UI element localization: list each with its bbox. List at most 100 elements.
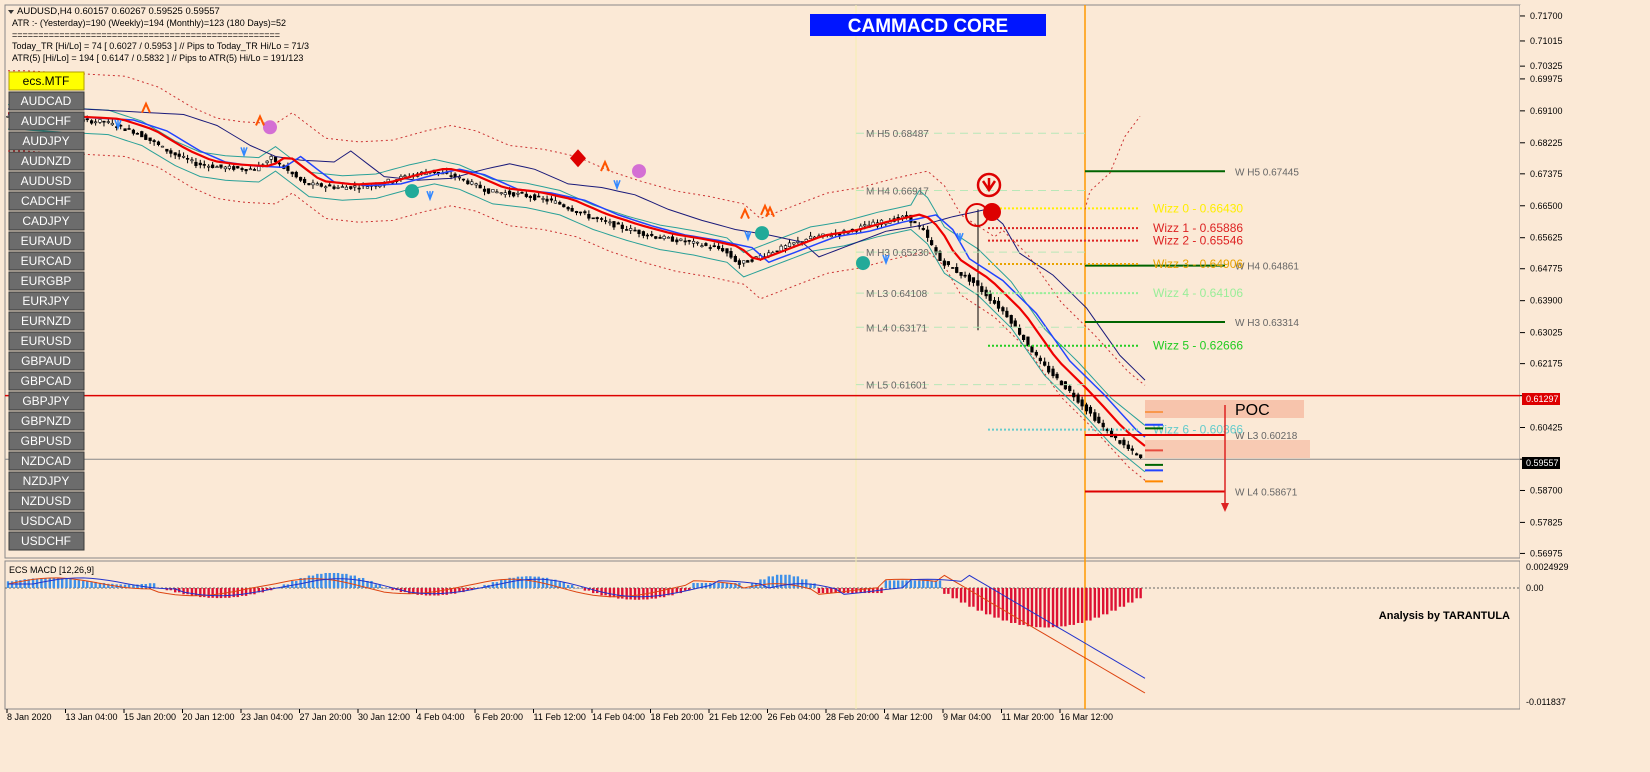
macd-bar: [10, 581, 14, 588]
candle-body: [549, 198, 554, 201]
symbol-button-label: AUDJPY: [22, 134, 69, 148]
macd-bar: [207, 588, 210, 598]
macd-bar: [976, 588, 979, 611]
wizz-level-label: Wizz 3 - 0.64906: [1153, 257, 1243, 271]
macd-bar: [1010, 588, 1013, 623]
monthly-pivot-label: M H3 0.65230: [866, 248, 929, 259]
symbol-button-audjpy[interactable]: AUDJPY: [8, 131, 85, 151]
symbol-button-cadjpy[interactable]: CADJPY: [8, 211, 85, 231]
macd-bar: [930, 580, 933, 588]
time-tick-label: 11 Feb 12:00: [534, 712, 586, 722]
symbol-button-gbpcad[interactable]: GBPCAD: [8, 371, 85, 391]
symbol-button-nzdjpy[interactable]: NZDJPY: [8, 471, 85, 491]
symbol-button-nzdusd[interactable]: NZDUSD: [8, 491, 85, 511]
symbol-button-usdcad[interactable]: USDCAD: [8, 511, 85, 531]
candle-body: [683, 240, 687, 243]
candle-body: [140, 131, 144, 138]
symbol-button-audcad[interactable]: AUDCAD: [8, 91, 85, 111]
macd-tick-label: 0.00: [1526, 583, 1544, 593]
symbol-button-eurgbp[interactable]: EURGBP: [8, 271, 85, 291]
symbol-button-audusd[interactable]: AUDUSD: [8, 171, 85, 191]
macd-tick-label: -0.011837: [1526, 697, 1566, 707]
macd-bar: [1089, 588, 1092, 621]
symbol-button-eurusd[interactable]: EURUSD: [8, 331, 85, 351]
symbol-button-usdchf[interactable]: USDCHF: [8, 531, 85, 551]
candle-body: [1017, 327, 1022, 335]
candle-body: [1055, 373, 1059, 379]
candle-body: [838, 233, 842, 236]
candle-body: [328, 184, 332, 187]
macd-bar: [1135, 588, 1138, 599]
macd-bar: [696, 582, 699, 588]
candle-body: [578, 211, 583, 214]
candle-body: [144, 134, 148, 140]
macd-tick-label: 0.0024929: [1526, 562, 1569, 572]
macd-bar: [788, 574, 791, 588]
candle-body: [603, 220, 608, 222]
macd-bar: [922, 580, 925, 588]
candle-body: [574, 210, 579, 214]
symbol-button-gbpjpy[interactable]: GBPJPY: [8, 391, 85, 411]
macd-bar: [1043, 588, 1046, 628]
macd-bar: [692, 582, 695, 588]
candle-body: [173, 152, 177, 156]
candle-body: [248, 168, 253, 171]
candle-body: [315, 183, 319, 186]
wizz-level-label: Wizz 0 - 0.66430: [1153, 201, 1243, 215]
macd-bar: [784, 574, 787, 588]
macd-bar: [1030, 588, 1034, 627]
symbol-button-gbpaud[interactable]: GBPAUD: [8, 351, 85, 371]
today-tr-line: Today_TR [Hi/Lo] = 74 [ 0.6027 / 0.5953 …: [12, 41, 309, 51]
candle-body: [474, 183, 478, 186]
symbol-button-eurcad[interactable]: EURCAD: [8, 251, 85, 271]
time-tick-label: 15 Jan 20:00: [124, 712, 176, 722]
macd-bar: [909, 580, 913, 588]
poc-rectangle-lower: [1145, 440, 1310, 458]
candle-body: [336, 187, 340, 189]
candle-body: [608, 221, 612, 224]
symbol-button-eurnzd[interactable]: EURNZD: [8, 311, 85, 331]
symbol-button-euraud[interactable]: EURAUD: [8, 231, 85, 251]
symbol-button-audnzd[interactable]: AUDNZD: [8, 151, 85, 171]
macd-bar: [566, 584, 570, 588]
candle-body: [165, 148, 169, 152]
current-price-flag-text: 0.59557: [1526, 458, 1559, 468]
macd-bar: [654, 588, 657, 599]
macd-bar: [65, 578, 68, 588]
symbol-button-nzdcad[interactable]: NZDCAD: [8, 451, 85, 471]
sell-signal-dot-icon: [983, 203, 1001, 221]
macd-bar: [625, 588, 628, 600]
symbol-button-eurjpy[interactable]: EURJPY: [8, 291, 85, 311]
macd-bar: [374, 584, 378, 588]
candle-body: [232, 166, 236, 170]
candle-body: [508, 190, 512, 195]
candle-body: [244, 169, 248, 172]
price-tick-label: 0.71700: [1530, 11, 1563, 21]
symbol-button-label: EURJPY: [22, 294, 69, 308]
symbol-button-label: AUDCAD: [21, 94, 72, 108]
candle-body: [963, 274, 967, 277]
macd-bar: [1127, 588, 1130, 603]
candle-body: [629, 228, 633, 231]
candle-body: [708, 247, 712, 249]
candle-body: [959, 272, 963, 276]
symbol-button-cadchf[interactable]: CADCHF: [8, 191, 85, 211]
candle-body: [926, 229, 930, 238]
candle-body: [570, 207, 574, 212]
candle-body: [779, 245, 783, 252]
symbol-button-gbpusd[interactable]: GBPUSD: [8, 431, 85, 451]
candle-body: [1013, 320, 1017, 327]
symbol-button-label: GBPUSD: [21, 434, 72, 448]
candle-body: [470, 181, 474, 185]
candle-body: [946, 261, 950, 265]
macd-bar: [73, 579, 77, 588]
time-tick-label: 26 Feb 04:00: [768, 712, 821, 722]
price-tick-label: 0.62175: [1530, 359, 1563, 369]
macd-bar: [884, 580, 888, 588]
symbol-button-active[interactable]: ecs.MTF: [8, 71, 85, 91]
symbol-button-audchf[interactable]: AUDCHF: [8, 111, 85, 131]
candle-body: [524, 193, 528, 197]
symbol-button-gbpnzd[interactable]: GBPNZD: [8, 411, 85, 431]
candle-body: [637, 229, 641, 235]
symbol-button-label: NZDJPY: [23, 474, 70, 488]
